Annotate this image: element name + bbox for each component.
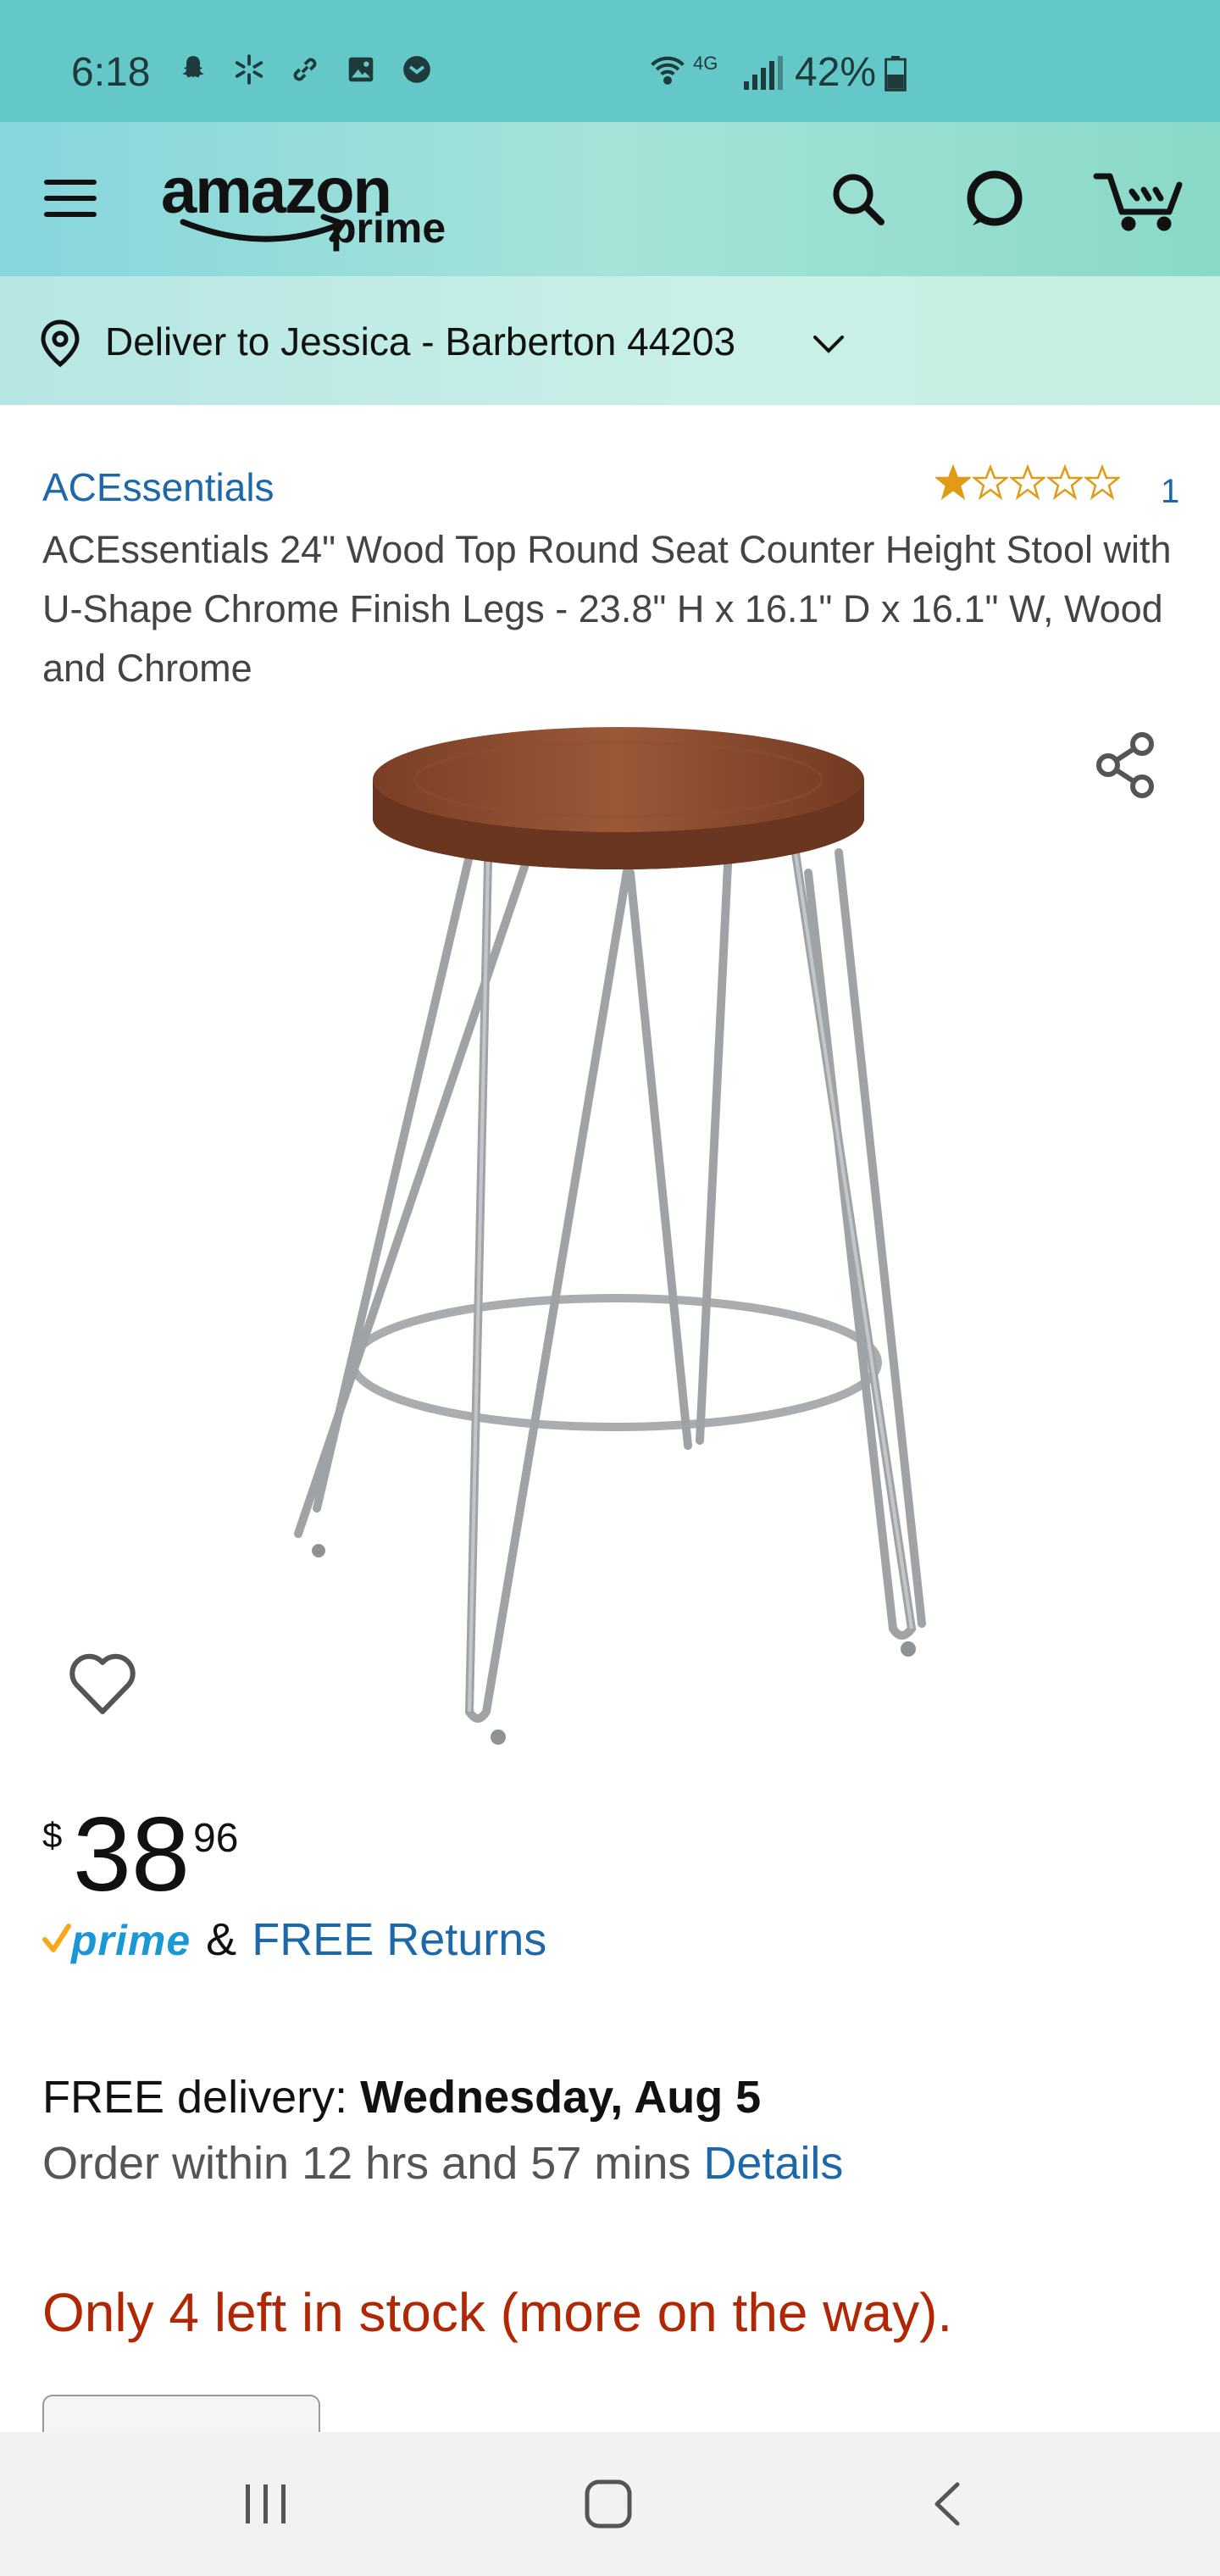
- price-whole: 38: [73, 1796, 190, 1913]
- rating-stars[interactable]: [935, 464, 1120, 500]
- link-icon: [288, 53, 322, 86]
- cart-icon[interactable]: [1093, 164, 1186, 232]
- product-image[interactable]: [288, 712, 949, 1754]
- price-fraction: 96: [193, 1816, 239, 1861]
- menu-icon[interactable]: [41, 173, 100, 224]
- notification-icons: [176, 53, 434, 86]
- deliver-to-label: Deliver to Jessica - Barberton 44203: [105, 319, 736, 364]
- walmart-icon: [232, 53, 266, 86]
- alexa-icon[interactable]: [962, 166, 1027, 230]
- delivery-info: FREE delivery: Wednesday, Aug 5: [42, 2071, 761, 2124]
- app-header: amazon prime: [0, 122, 1220, 276]
- deliver-to-bar[interactable]: Deliver to Jessica - Barberton 44203: [0, 276, 1220, 405]
- recent-apps-icon[interactable]: [241, 2481, 291, 2527]
- chevron-down-icon: [810, 327, 847, 361]
- prime-row: prime & FREE Returns: [42, 1913, 546, 1966]
- battery-percent: 42%: [795, 50, 877, 95]
- price-currency: $: [42, 1815, 63, 1855]
- star-empty-icon: [973, 464, 1008, 500]
- battery-icon: [884, 56, 907, 92]
- star-empty-icon: [1010, 464, 1045, 500]
- wishlist-heart-icon[interactable]: [68, 1651, 137, 1717]
- signal-icon: [742, 56, 783, 94]
- free-returns-link[interactable]: FREE Returns: [252, 1913, 546, 1966]
- share-icon[interactable]: [1093, 730, 1159, 800]
- order-within-text: Order within 12 hrs and 57 mins: [42, 2138, 704, 2189]
- star-filled-icon: [935, 464, 971, 500]
- system-nav-bar: [0, 2432, 1220, 2576]
- vpn-icon: [400, 53, 434, 86]
- delivery-prefix: FREE delivery:: [42, 2072, 361, 2123]
- prime-check-icon: [42, 1924, 71, 1952]
- status-bar: 6:18 4G 42%: [0, 0, 1220, 122]
- ampersand: &: [206, 1914, 237, 1965]
- order-within: Order within 12 hrs and 57 mins Details: [42, 2137, 843, 2190]
- details-link[interactable]: Details: [703, 2138, 843, 2189]
- back-icon[interactable]: [929, 2479, 966, 2529]
- stock-status: Only 4 left in stock (more on the way).: [42, 2282, 953, 2343]
- search-icon[interactable]: [827, 168, 890, 230]
- amazon-prime-logo[interactable]: amazon prime: [161, 154, 466, 256]
- star-empty-icon: [1084, 464, 1120, 500]
- brand-link[interactable]: ACEssentials: [42, 464, 274, 510]
- location-pin-icon: [39, 319, 81, 368]
- home-icon[interactable]: [583, 2478, 634, 2530]
- wifi-icon: [649, 51, 686, 92]
- smile-arrow-icon: [180, 214, 346, 242]
- gallery-icon: [344, 53, 378, 86]
- delivery-date: Wednesday, Aug 5: [360, 2072, 762, 2123]
- network-type: 4G: [693, 53, 718, 74]
- snapchat-icon: [176, 53, 210, 86]
- prime-badge: prime: [42, 1916, 191, 1965]
- status-time: 6:18: [71, 50, 151, 95]
- product-title: ACEssentials 24" Wood Top Round Seat Cou…: [42, 528, 1172, 690]
- star-empty-icon: [1047, 464, 1083, 500]
- rating-count[interactable]: 1: [1161, 473, 1179, 511]
